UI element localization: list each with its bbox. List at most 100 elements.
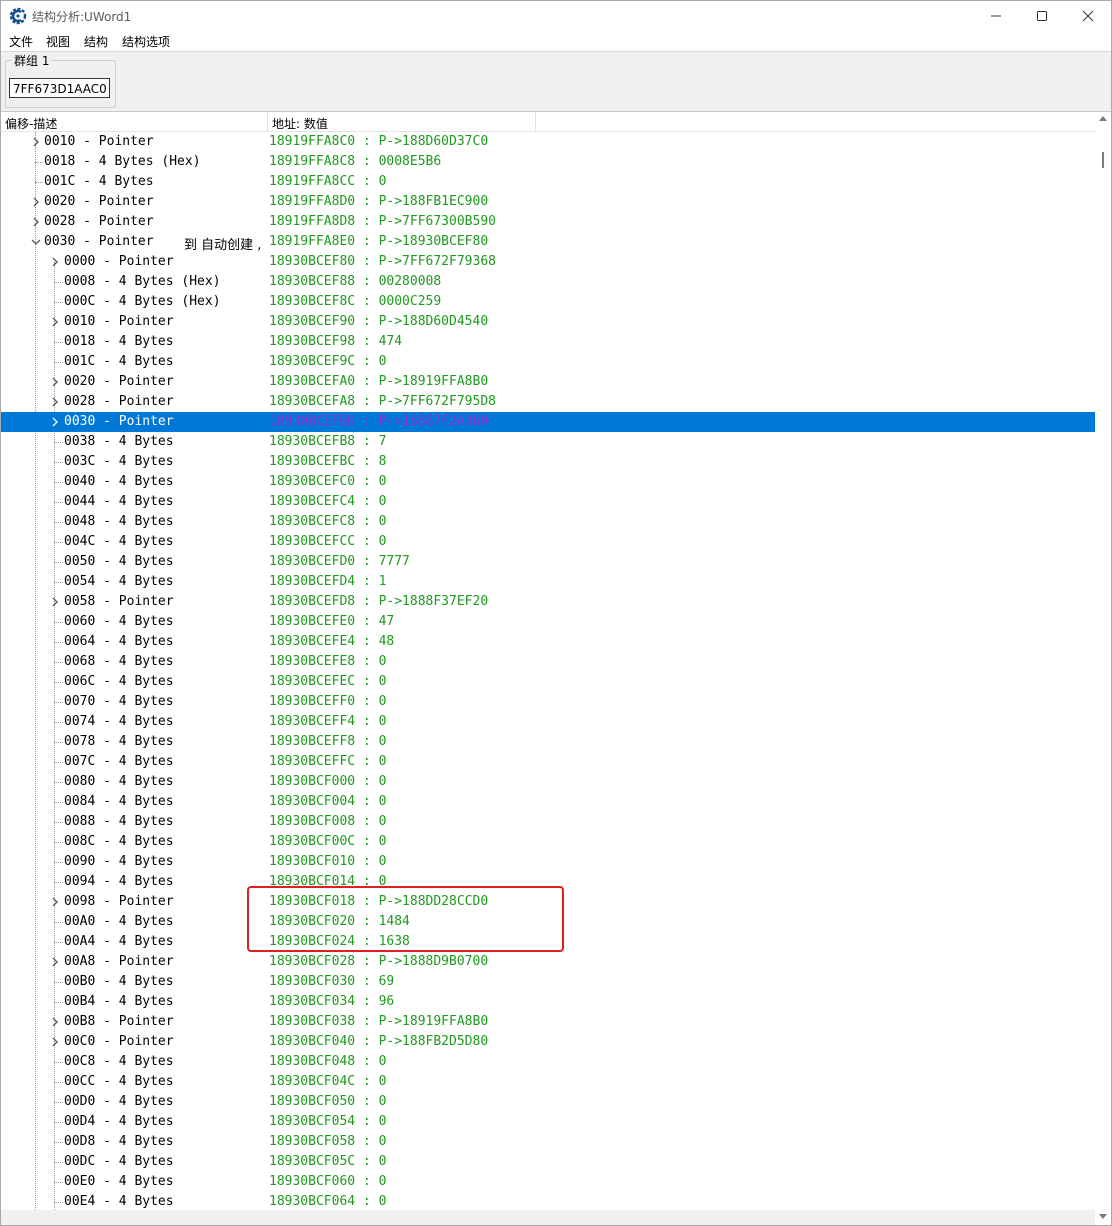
tree-row[interactable]: 0018 - 4 Bytes 18930BCEF98 : 474 xyxy=(1,332,1095,352)
chevron-right-icon[interactable] xyxy=(31,196,41,208)
tree-row[interactable]: 00DC - 4 Bytes 18930BCF05C : 0 xyxy=(1,1152,1095,1172)
close-button[interactable] xyxy=(1065,1,1111,31)
tree-row[interactable]: 0084 - 4 Bytes 18930BCF004 : 0 xyxy=(1,792,1095,812)
tree-row[interactable]: 0074 - 4 Bytes 18930BCEFF4 : 0 xyxy=(1,712,1095,732)
tree-row[interactable]: 0030 - Pointer 到 自动创建 , 18919FFA8E0 : P->… xyxy=(1,232,1095,253)
tree-connector xyxy=(54,342,63,343)
tree-row[interactable]: 0080 - 4 Bytes 18930BCF000 : 0 xyxy=(1,772,1095,792)
tree-row[interactable]: 0064 - 4 Bytes 18930BCEFE4 : 48 xyxy=(1,632,1095,652)
tree-row[interactable]: 004C - 4 Bytes 18930BCEFCC : 0 xyxy=(1,532,1095,552)
row-address-value: 18919FFA8CC : 0 xyxy=(269,174,387,189)
menu-structure-options[interactable]: 结构选项 xyxy=(122,33,170,50)
tree-row[interactable]: 0020 - Pointer 18930BCEFA0 : P->18919FFA8… xyxy=(1,372,1095,392)
chevron-right-icon[interactable] xyxy=(50,956,60,968)
chevron-right-icon[interactable] xyxy=(50,896,60,908)
tree-row[interactable]: 00CC - 4 Bytes 18930BCF04C : 0 xyxy=(1,1072,1095,1092)
tree-row[interactable]: 0054 - 4 Bytes 18930BCEFD4 : 1 xyxy=(1,572,1095,592)
scroll-up-icon[interactable] xyxy=(1099,115,1107,121)
chevron-right-icon[interactable] xyxy=(50,596,60,608)
tree-row[interactable]: 0010 - Pointer 18930BCEF90 : P->188D60D45… xyxy=(1,312,1095,332)
tree-row[interactable]: 006C - 4 Bytes 18930BCEFEC : 0 xyxy=(1,672,1095,692)
row-offset-description: 00E4 - 4 Bytes xyxy=(64,1194,174,1209)
tree-row[interactable]: 00D0 - 4 Bytes 18930BCF050 : 0 xyxy=(1,1092,1095,1112)
chevron-right-icon[interactable] xyxy=(31,216,41,228)
chevron-right-icon[interactable] xyxy=(31,136,41,148)
menu-view[interactable]: 视图 xyxy=(46,33,70,50)
header-address-value[interactable]: 地址: 数值 xyxy=(272,115,328,132)
group-panel: 群组 1 7FF673D1AAC0 xyxy=(1,52,1111,112)
tree-row[interactable]: 0070 - 4 Bytes 18930BCEFF0 : 0 xyxy=(1,692,1095,712)
menu-structure[interactable]: 结构 xyxy=(84,33,108,50)
tree-row[interactable]: 0028 - Pointer 18919FFA8D8 : P->7FF67300B… xyxy=(1,212,1095,232)
chevron-right-icon[interactable] xyxy=(50,256,60,268)
tree-row[interactable]: 0078 - 4 Bytes 18930BCEFF8 : 0 xyxy=(1,732,1095,752)
tree-row[interactable]: 0048 - 4 Bytes 18930BCEFC8 : 0 xyxy=(1,512,1095,532)
tree-row[interactable]: 001C - 4 Bytes 18919FFA8CC : 0 xyxy=(1,172,1095,192)
tree-row[interactable]: 0008 - 4 Bytes (Hex) 18930BCEF88 : 002800… xyxy=(1,272,1095,292)
minimize-button[interactable] xyxy=(973,1,1019,31)
header-offset-description[interactable]: 偏移-描述 xyxy=(5,115,57,132)
row-offset-description: 00A0 - 4 Bytes xyxy=(64,914,174,929)
tree-row[interactable]: 0050 - 4 Bytes 18930BCEFD0 : 7777 xyxy=(1,552,1095,572)
menu-file[interactable]: 文件 xyxy=(9,33,33,50)
vertical-scrollbar[interactable] xyxy=(1095,112,1111,1225)
row-address-value: 18930BCEFE4 : 48 xyxy=(269,634,395,649)
tree-row[interactable]: 0090 - 4 Bytes 18930BCF010 : 0 xyxy=(1,852,1095,872)
tree-row[interactable]: 0028 - Pointer 18930BCEFA8 : P->7FF672F79… xyxy=(1,392,1095,412)
title-bar[interactable]: 结构分析:UWord1 xyxy=(1,1,1111,31)
tree-row[interactable]: 0038 - 4 Bytes 18930BCEFB8 : 7 xyxy=(1,432,1095,452)
row-offset-description: 00DC - 4 Bytes xyxy=(64,1154,174,1169)
tree-row[interactable]: 0000 - Pointer 18930BCEF80 : P->7FF672F79… xyxy=(1,252,1095,272)
structure-tree[interactable]: 0010 - Pointer 18919FFA8C0 : P->188D60D37… xyxy=(1,132,1095,1210)
header-divider[interactable] xyxy=(535,112,536,131)
tree-row[interactable]: 003C - 4 Bytes 18930BCEFBC : 8 xyxy=(1,452,1095,472)
chevron-right-icon[interactable] xyxy=(50,416,60,428)
row-offset-description: 0030 - Pointer xyxy=(44,234,162,249)
tree-row[interactable]: 00C0 - Pointer 18930BCF040 : P->188FB2D5D… xyxy=(1,1032,1095,1052)
tree-row[interactable]: 007C - 4 Bytes 18930BCEFFC : 0 xyxy=(1,752,1095,772)
column-header: 偏移-描述 地址: 数值 xyxy=(1,112,1095,132)
tree-row[interactable]: 0068 - 4 Bytes 18930BCEFE8 : 0 xyxy=(1,652,1095,672)
row-offset-description: 00CC - 4 Bytes xyxy=(64,1074,174,1089)
tree-row[interactable]: 0060 - 4 Bytes 18930BCEFE0 : 47 xyxy=(1,612,1095,632)
tree-row[interactable]: 00A8 - Pointer 18930BCF028 : P->1888D9B07… xyxy=(1,952,1095,972)
tree-row[interactable]: 0058 - Pointer 18930BCEFD8 : P->1888F37EF… xyxy=(1,592,1095,612)
tree-row[interactable]: 0044 - 4 Bytes 18930BCEFC4 : 0 xyxy=(1,492,1095,512)
tree-connector xyxy=(54,982,63,983)
tree-row[interactable]: 00E0 - 4 Bytes 18930BCF060 : 0 xyxy=(1,1172,1095,1192)
tree-row[interactable]: 000C - 4 Bytes (Hex) 18930BCEF8C : 0000C2… xyxy=(1,292,1095,312)
tree-row[interactable]: 0030 - Pointer 18930BCEFB0 : P->18887F2A3… xyxy=(1,412,1095,432)
tree-row[interactable]: 0020 - Pointer 18919FFA8D0 : P->188FB1EC9… xyxy=(1,192,1095,212)
scrollbar-thumb[interactable] xyxy=(1102,152,1104,168)
chevron-right-icon[interactable] xyxy=(50,316,60,328)
tree-connector xyxy=(35,162,43,163)
tree-row[interactable]: 0088 - 4 Bytes 18930BCF008 : 0 xyxy=(1,812,1095,832)
chevron-right-icon[interactable] xyxy=(50,1036,60,1048)
chevron-down-icon[interactable] xyxy=(31,236,41,248)
tree-row[interactable]: 008C - 4 Bytes 18930BCF00C : 0 xyxy=(1,832,1095,852)
chevron-right-icon[interactable] xyxy=(50,396,60,408)
chevron-right-icon[interactable] xyxy=(50,1016,60,1028)
tree-row[interactable]: 00E4 - 4 Bytes 18930BCF064 : 0 xyxy=(1,1192,1095,1210)
row-offset-description: 0044 - 4 Bytes xyxy=(64,494,174,509)
tree-row[interactable]: 001C - 4 Bytes 18930BCEF9C : 0 xyxy=(1,352,1095,372)
row-offset-description: 00A4 - 4 Bytes xyxy=(64,934,174,949)
tree-row[interactable]: 00D4 - 4 Bytes 18930BCF054 : 0 xyxy=(1,1112,1095,1132)
row-offset-description: 0080 - 4 Bytes xyxy=(64,774,174,789)
tree-row[interactable]: 00B8 - Pointer 18930BCF038 : P->18919FFA8… xyxy=(1,1012,1095,1032)
tree-row[interactable]: 00C8 - 4 Bytes 18930BCF048 : 0 xyxy=(1,1052,1095,1072)
tree-row[interactable]: 00B4 - 4 Bytes 18930BCF034 : 96 xyxy=(1,992,1095,1012)
group-address-field[interactable]: 7FF673D1AAC0 xyxy=(9,78,110,98)
row-offset-description: 0058 - Pointer xyxy=(64,594,174,609)
structure-dissect-window: 结构分析:UWord1 文件 视图 结构 结构选项 群组 1 7FF673D1A… xyxy=(0,0,1112,1226)
tree-row[interactable]: 0040 - 4 Bytes 18930BCEFC0 : 0 xyxy=(1,472,1095,492)
row-offset-description: 000C - 4 Bytes (Hex) xyxy=(64,294,221,309)
maximize-button[interactable] xyxy=(1019,1,1065,31)
header-divider[interactable] xyxy=(267,112,268,131)
tree-row[interactable]: 00D8 - 4 Bytes 18930BCF058 : 0 xyxy=(1,1132,1095,1152)
chevron-right-icon[interactable] xyxy=(50,376,60,388)
tree-row[interactable]: 00B0 - 4 Bytes 18930BCF030 : 69 xyxy=(1,972,1095,992)
tree-row[interactable]: 0010 - Pointer 18919FFA8C0 : P->188D60D37… xyxy=(1,132,1095,152)
scroll-down-icon[interactable] xyxy=(1099,1214,1107,1220)
tree-row[interactable]: 0018 - 4 Bytes (Hex) 18919FFA8C8 : 0008E5… xyxy=(1,152,1095,172)
